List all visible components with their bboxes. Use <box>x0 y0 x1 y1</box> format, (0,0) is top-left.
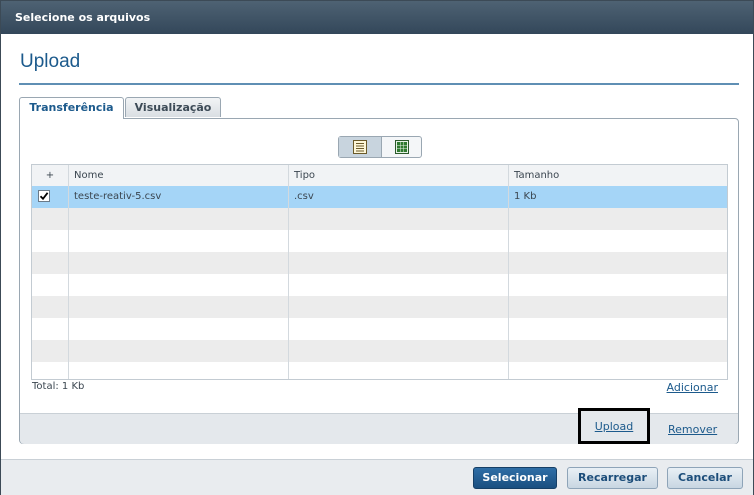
file-select-dialog: Selecione os arquivos Upload Transferênc… <box>0 0 754 495</box>
empty-row <box>32 230 727 252</box>
empty-row <box>32 296 727 318</box>
view-switch <box>338 136 422 158</box>
column-header-name[interactable]: Nome <box>68 165 288 186</box>
empty-row <box>32 208 727 230</box>
empty-row <box>32 252 727 274</box>
cancel-button[interactable]: Cancelar <box>667 467 743 489</box>
file-type-cell: .csv <box>294 191 314 202</box>
tab-transferencia[interactable]: Transferência <box>19 97 124 119</box>
column-divider <box>288 165 289 379</box>
remove-link[interactable]: Remover <box>668 423 717 436</box>
total-size: Total: 1 Kb <box>32 381 85 392</box>
dialog-button-bar: Selecionar Recarregar Cancelar <box>1 459 753 495</box>
select-button[interactable]: Selecionar <box>473 467 557 489</box>
empty-row <box>32 274 727 296</box>
row-checkbox[interactable] <box>38 190 50 202</box>
add-column-header[interactable]: + <box>32 165 68 186</box>
column-header-type[interactable]: Tipo <box>288 165 508 186</box>
panel-action-bar: Upload Remover <box>20 408 738 444</box>
column-divider <box>508 165 509 379</box>
column-divider <box>68 165 69 379</box>
grid-view-button[interactable] <box>381 137 423 157</box>
list-view-icon <box>353 140 367 154</box>
heading-divider <box>19 83 739 85</box>
file-size-cell: 1 Kb <box>514 191 537 202</box>
upload-link[interactable]: Upload <box>578 408 650 444</box>
table-row[interactable]: teste-reativ-5.csv .csv 1 Kb <box>32 186 727 208</box>
dialog-titlebar: Selecione os arquivos <box>1 1 753 34</box>
checkmark-icon <box>39 192 49 201</box>
add-file-link[interactable]: Adicionar <box>667 381 718 394</box>
column-header-size[interactable]: Tamanho <box>508 165 727 186</box>
empty-row <box>32 362 727 379</box>
tab-visualizacao[interactable]: Visualização <box>125 97 221 117</box>
reload-button[interactable]: Recarregar <box>567 467 658 489</box>
file-name-cell: teste-reativ-5.csv <box>74 191 162 202</box>
table-header: + Nome Tipo Tamanho <box>32 165 727 187</box>
grid-view-icon <box>395 140 409 154</box>
empty-row <box>32 340 727 362</box>
empty-row <box>32 318 727 340</box>
list-view-button[interactable] <box>339 137 382 157</box>
file-table: + Nome Tipo Tamanho teste-reativ-5.csv .… <box>31 164 728 380</box>
page-title: Upload <box>20 51 81 72</box>
row-select-cell <box>32 186 68 208</box>
transfer-panel: + Nome Tipo Tamanho teste-reativ-5.csv .… <box>19 118 739 444</box>
dialog-title: Selecione os arquivos <box>15 11 151 24</box>
